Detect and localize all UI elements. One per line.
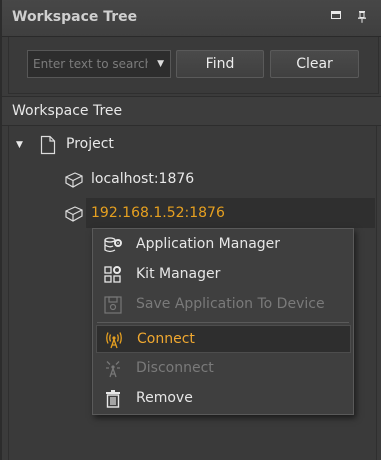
menu-item-label: Kit Manager [136,266,221,282]
menu-item-kit-manager[interactable]: Kit Manager [93,261,353,289]
maximize-icon[interactable] [331,11,343,23]
menu-item-save-application: Save Application To Device [93,291,353,319]
application-manager-icon [103,235,123,255]
project-file-icon [40,135,56,159]
dropdown-arrow-icon[interactable]: ▼ [157,59,164,69]
pin-icon[interactable] [357,11,369,23]
disconnect-antenna-icon [103,359,123,379]
context-menu: Application Manager Kit Manager Save App… [92,228,354,415]
menu-item-remove[interactable]: Remove [93,385,353,413]
clear-button[interactable]: Clear [270,50,359,78]
menu-item-label: Remove [136,390,193,406]
menu-item-label: Disconnect [136,360,214,376]
tree-node-label: 192.168.1.52:1876 [91,205,225,221]
workspace-tree-panel: Workspace Tree ▼ Find Clear Workspace Tr… [0,0,381,460]
device-icon [64,170,84,194]
menu-separator [97,322,349,323]
menu-item-disconnect: Disconnect [93,355,353,383]
kit-manager-icon [103,265,123,285]
panel-title: Workspace Tree [12,9,138,25]
trash-icon [103,389,123,409]
tree-node-label: localhost:1876 [91,171,195,187]
menu-item-label: Application Manager [136,236,281,252]
section-title: Workspace Tree [12,103,123,119]
search-combobox[interactable]: ▼ [27,50,171,78]
section-header: Workspace Tree [2,96,381,126]
search-input[interactable] [28,51,148,77]
tree-node-label: Project [66,136,114,152]
collapse-arrow-icon[interactable]: ▼ [16,140,23,150]
find-button[interactable]: Find [176,50,264,78]
menu-item-connect[interactable]: Connect [96,325,351,353]
device-icon [64,204,84,228]
connect-antenna-icon [104,330,124,350]
menu-item-application-manager[interactable]: Application Manager [93,231,353,259]
panel-titlebar: Workspace Tree [2,0,381,37]
save-device-icon [103,295,123,315]
menu-item-label: Save Application To Device [136,296,325,312]
menu-item-label: Connect [137,331,195,347]
